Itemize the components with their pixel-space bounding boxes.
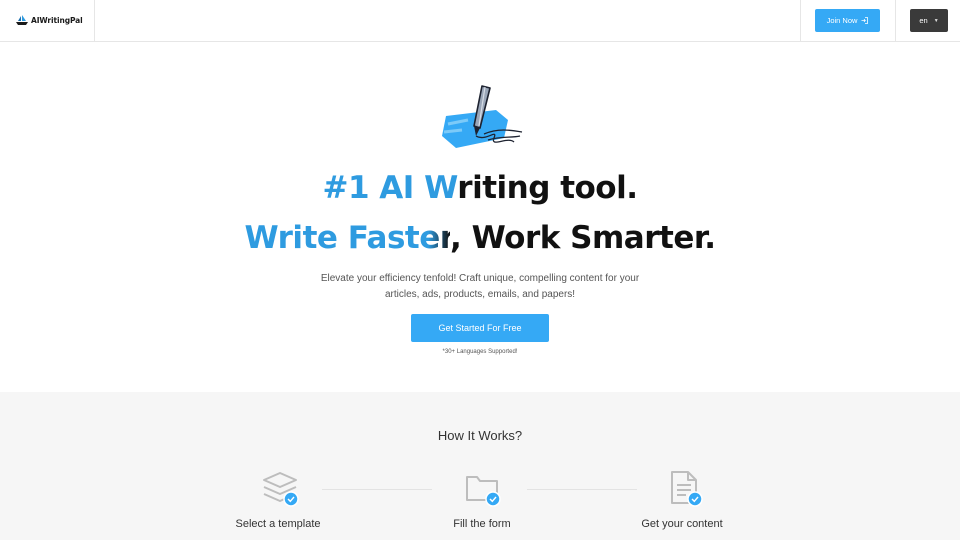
headline-text: riting tool. xyxy=(457,170,638,206)
get-started-button[interactable]: Get Started For Free xyxy=(411,314,549,342)
step-label: Select a template xyxy=(235,518,321,530)
hero-headline-line2: Write Faster, Work Smarter. xyxy=(0,220,960,256)
hero-subtitle-line1: Elevate your efficiency tenfold! Craft u… xyxy=(320,273,640,284)
hero-subtitle-line2: articles, ads, products, emails, and pap… xyxy=(384,289,576,300)
language-label: en xyxy=(919,16,928,25)
headline-highlight: Write Fast xyxy=(244,220,420,256)
headline-highlight: #1 AI W xyxy=(322,170,458,206)
header-divider xyxy=(800,0,801,41)
layers-icon xyxy=(263,472,299,507)
folder-icon xyxy=(466,476,501,507)
language-select[interactable]: en ▼ xyxy=(910,9,948,32)
headline-text: , Work Smarter. xyxy=(450,220,716,256)
step-label: Fill the form xyxy=(453,518,511,530)
languages-note: *30+ Languages Supported! xyxy=(442,349,518,355)
step-label: Get your content xyxy=(641,518,723,530)
step-connector xyxy=(322,489,432,490)
hero-headline-line1: #1 AI Writing tool. xyxy=(0,170,960,206)
join-now-button[interactable]: Join Now xyxy=(815,9,880,32)
join-now-label: Join Now xyxy=(826,16,858,25)
top-navbar: AIWritingPal Join Now en ▼ xyxy=(0,0,960,42)
logo-ship-icon xyxy=(16,15,28,25)
header-divider xyxy=(895,0,896,41)
headline-gradient-text: er xyxy=(419,220,451,256)
login-arrow-icon xyxy=(861,17,869,24)
header-divider xyxy=(94,0,95,41)
document-icon xyxy=(671,471,703,507)
pen-writing-illustration xyxy=(442,85,523,148)
logo-text: AIWritingPal xyxy=(31,15,83,25)
logo[interactable]: AIWritingPal xyxy=(16,12,83,28)
chevron-down-icon: ▼ xyxy=(933,17,939,24)
how-it-works-section: How It Works? Select a template Fill the… xyxy=(0,392,960,540)
section-title: How It Works? xyxy=(437,428,523,443)
step-connector xyxy=(527,489,637,490)
